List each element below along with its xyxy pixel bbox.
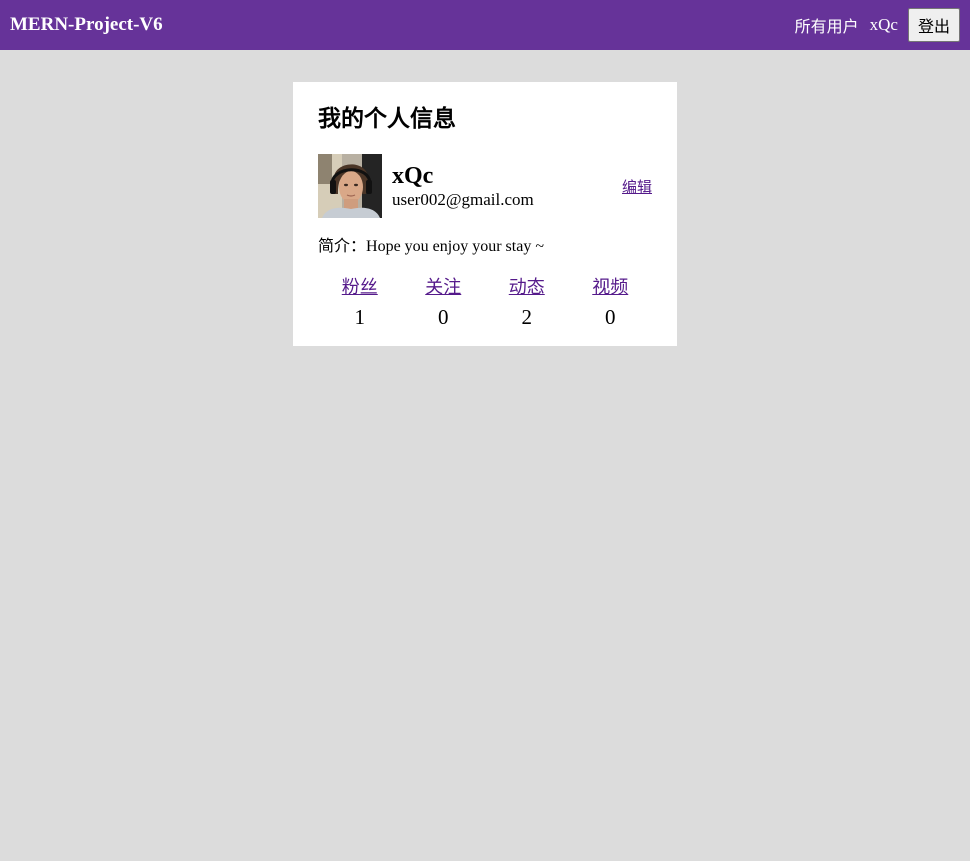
logout-button[interactable]: 登出 [907, 8, 960, 42]
brand-link[interactable]: MERN-Project-V6 [10, 13, 163, 37]
top-navbar: MERN-Project-V6 所有用户 xQc 登出 [0, 0, 970, 50]
following-count: 0 [438, 305, 449, 329]
videos-count: 0 [605, 305, 616, 329]
bio-text: Hope you enjoy your stay ~ [366, 238, 544, 255]
following-link[interactable]: 关注 [413, 276, 473, 300]
stat-posts: 动态 2 [497, 276, 557, 329]
all-users-link[interactable]: 所有用户 [795, 13, 859, 37]
page-title: 我的个人信息 [318, 106, 456, 132]
videos-link[interactable]: 视频 [580, 276, 640, 300]
stat-videos: 视频 0 [580, 276, 640, 329]
profile-card: 我的个人信息 xQc user002@gmail.com 编辑 简介：Hope … [293, 82, 677, 346]
edit-profile-link[interactable]: 编辑 [622, 178, 652, 196]
avatar-image [318, 154, 382, 218]
stat-followers: 粉丝 1 [330, 276, 390, 329]
posts-count: 2 [521, 305, 533, 329]
profile-email: user002@gmail.com [392, 190, 534, 209]
bio-label: 简介： [318, 236, 367, 255]
stat-following: 关注 0 [413, 276, 473, 329]
profile-bio: 简介：Hope you enjoy your stay ~ [318, 236, 544, 257]
profile-username: xQc [392, 163, 434, 189]
posts-link[interactable]: 动态 [497, 276, 557, 300]
nav-right-group: 所有用户 xQc 登出 [795, 8, 960, 42]
profile-stats: 粉丝 1 关注 0 动态 2 视频 0 [318, 276, 652, 329]
avatar [318, 154, 382, 218]
followers-link[interactable]: 粉丝 [330, 276, 390, 300]
current-user-link[interactable]: xQc [870, 15, 898, 35]
followers-count: 1 [354, 305, 366, 329]
